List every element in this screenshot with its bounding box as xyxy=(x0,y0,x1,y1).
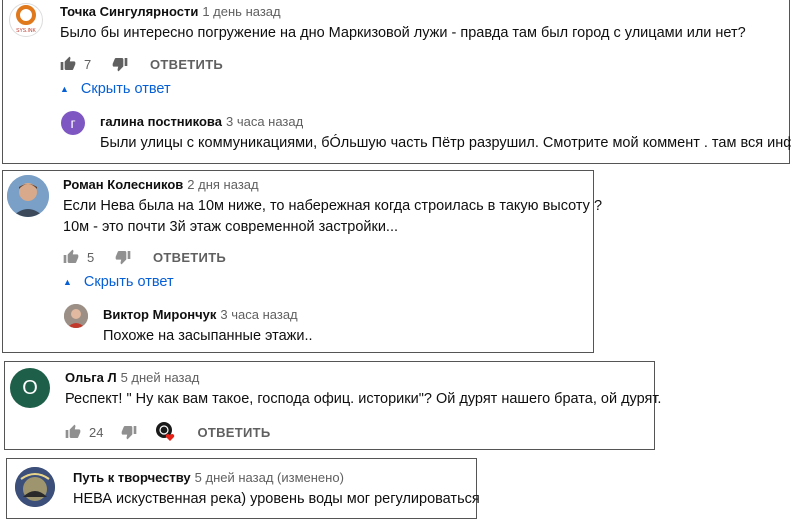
thumbs-down-icon[interactable] xyxy=(121,424,137,440)
thumbs-up-icon[interactable] xyxy=(63,249,79,265)
reply-button[interactable]: ОТВЕТИТЬ xyxy=(153,250,226,265)
hide-replies-toggle[interactable]: ▲ Скрыть ответ xyxy=(63,274,174,290)
comment-text: Было бы интересно погружение на дно Марк… xyxy=(60,25,746,41)
hide-replies-label: Скрыть ответ xyxy=(80,81,171,97)
avatar[interactable]: SYS.INK xyxy=(9,3,43,37)
caret-up-icon: ▲ xyxy=(63,277,72,287)
avatar-letter: г xyxy=(70,115,76,131)
comment-text: Респект! " Ну как вам такое, господа офи… xyxy=(65,391,662,407)
comment-text: НЕВА искуственная река) уровень воды мог… xyxy=(73,491,480,507)
reply-time[interactable]: 3 часа назад xyxy=(226,114,303,129)
creator-heart-icon xyxy=(155,421,177,443)
comment-time[interactable]: 5 дней назад (изменено) xyxy=(195,470,344,485)
hide-replies-toggle[interactable]: ▲ Скрыть ответ xyxy=(60,81,171,97)
person-photo-icon xyxy=(64,304,88,328)
comment-card: Путь к творчеству 5 дней назад (изменено)… xyxy=(6,458,480,519)
reply-text: Были улицы с коммуникациями, бÓльшую час… xyxy=(100,135,791,151)
avatar[interactable] xyxy=(7,175,49,217)
channel-logo-icon xyxy=(15,467,55,507)
comment-time[interactable]: 5 дней назад xyxy=(121,370,200,385)
reply-avatar[interactable]: г xyxy=(61,111,85,135)
comment-time[interactable]: 2 дня назад xyxy=(187,177,258,192)
like-count: 24 xyxy=(89,424,104,440)
like-count: 7 xyxy=(84,56,92,72)
comment-text-line-2: 10м - это почти 3й этаж современной заст… xyxy=(63,219,399,235)
avatar[interactable]: О xyxy=(10,368,50,408)
reply-avatar[interactable] xyxy=(64,304,88,328)
reply-author[interactable]: галина постникова 3 часа назад xyxy=(100,114,303,129)
hide-replies-label: Скрыть ответ xyxy=(83,274,174,290)
thumbs-down-icon[interactable] xyxy=(115,249,131,265)
comment-card: Роман Колесников 2 дня назад Если Нева бы… xyxy=(2,170,602,353)
comment-author[interactable]: Роман Колесников 2 дня назад xyxy=(63,177,259,192)
reply-button[interactable]: ОТВЕТИТЬ xyxy=(197,425,270,440)
comment-author[interactable]: Ольга Л5 дней назад xyxy=(65,370,199,385)
comment-author[interactable]: Путь к творчеству 5 дней назад (изменено) xyxy=(73,470,344,485)
svg-text:SYS.INK: SYS.INK xyxy=(16,28,36,34)
thumbs-down-icon[interactable] xyxy=(112,56,128,72)
thumbs-up-icon[interactable] xyxy=(65,424,81,440)
comment-text-line-1: Если Нева была на 10м ниже, то набережна… xyxy=(63,198,603,214)
comment-actions: 5 ОТВЕТИТЬ xyxy=(63,247,226,267)
like-count: 5 xyxy=(87,249,95,265)
comment-actions: 7 ОТВЕТИТЬ xyxy=(60,54,223,74)
person-photo-icon xyxy=(7,175,49,217)
donut-logo-icon: SYS.INK xyxy=(16,5,37,34)
reply-button[interactable]: ОТВЕТИТЬ xyxy=(150,57,223,72)
comment-card: SYS.INK Точка Сингулярности 1 день назад … xyxy=(2,0,791,164)
comment-card: О Ольга Л5 дней назад Респект! " Ну как … xyxy=(4,361,661,450)
thumbs-up-icon[interactable] xyxy=(60,56,76,72)
reply-time[interactable]: 3 часа назад xyxy=(220,307,297,322)
comment-actions: 24 ОТВЕТИТЬ xyxy=(65,422,271,442)
avatar-letter: О xyxy=(22,376,38,399)
caret-up-icon: ▲ xyxy=(60,84,69,94)
reply-author[interactable]: Виктор Мирончук 3 часа назад xyxy=(103,307,298,322)
avatar[interactable] xyxy=(15,467,55,507)
comment-time[interactable]: 1 день назад xyxy=(202,4,280,19)
reply-text: Похоже на засыпанные этажи.. xyxy=(103,328,313,344)
comment-author[interactable]: Точка Сингулярности 1 день назад xyxy=(60,4,281,19)
